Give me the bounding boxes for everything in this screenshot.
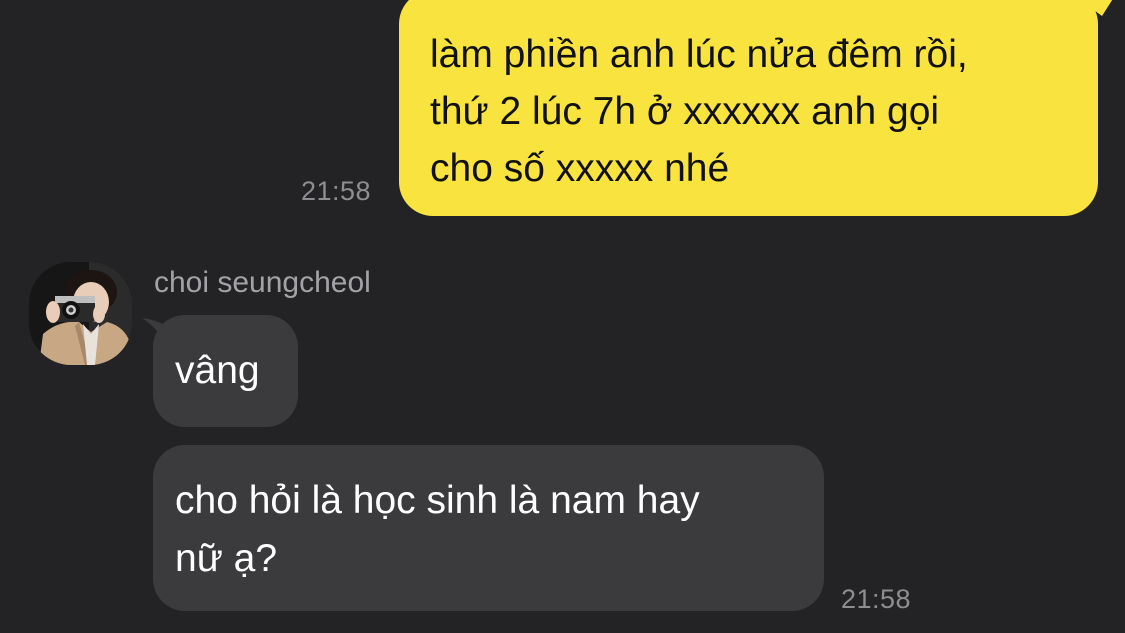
chat-view: làm phiền anh lúc nửa đêm rồi, thứ 2 lúc…: [0, 0, 1125, 633]
incoming-message-bubble[interactable]: vâng: [153, 315, 298, 427]
incoming-message-line: nữ ạ?: [175, 537, 278, 580]
outgoing-message-bubble[interactable]: làm phiền anh lúc nửa đêm rồi, thứ 2 lúc…: [399, 0, 1098, 216]
outgoing-message-time: 21:58: [301, 176, 372, 206]
avatar-photo: [29, 262, 132, 365]
outgoing-message-line: cho số xxxxx nhé: [430, 147, 730, 190]
incoming-message-line: vâng: [175, 349, 260, 392]
incoming-message-line: cho hỏi là học sinh là nam hay: [175, 479, 700, 522]
outgoing-message-line: thứ 2 lúc 7h ở xxxxxx anh gọi: [430, 90, 940, 133]
sender-name[interactable]: choi seungcheol: [154, 266, 371, 300]
outgoing-message-line: làm phiền anh lúc nửa đêm rồi,: [430, 33, 968, 76]
incoming-message-bubble[interactable]: cho hỏi là học sinh là nam hay nữ ạ?: [153, 445, 824, 611]
sender-avatar[interactable]: [29, 262, 132, 365]
incoming-message-time: 21:58: [841, 584, 912, 614]
